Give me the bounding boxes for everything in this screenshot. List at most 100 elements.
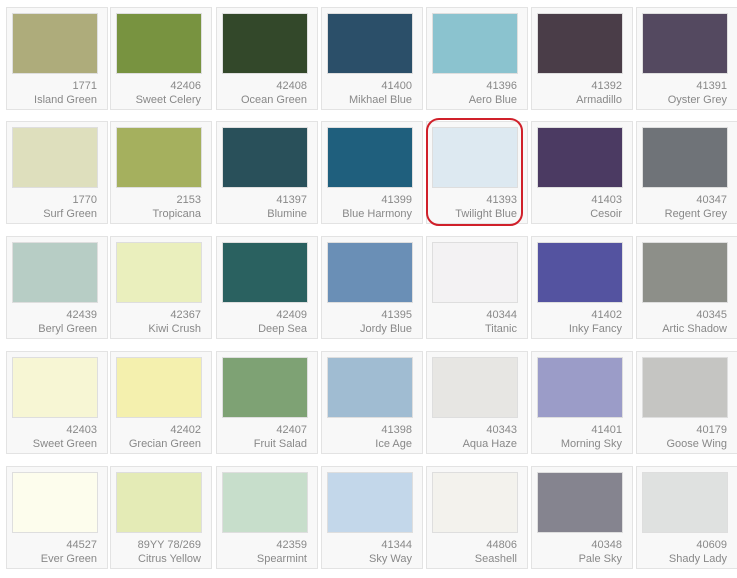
swatch-card[interactable]: 40347 Regent Grey [636,121,737,224]
color-swatch[interactable] [642,472,728,533]
swatch-code: 1771 [72,80,97,92]
swatch-code: 42407 [276,424,307,436]
swatch-card[interactable]: 2153 Tropicana [110,121,212,224]
color-swatch[interactable] [327,357,413,418]
swatch-card[interactable]: 41396 Aero Blue [426,7,528,110]
swatch-name: Blue Harmony [342,208,412,220]
swatch-card[interactable]: 41403 Cesoir [531,121,633,224]
swatch-card[interactable]: 44527 Ever Green [6,466,108,569]
swatch-card[interactable]: 42367 Kiwi Crush [110,236,212,339]
color-swatch[interactable] [642,127,728,188]
swatch-code: 42439 [66,309,97,321]
swatch-card[interactable]: 41344 Sky Way [321,466,423,569]
swatch-name: Sweet Green [32,438,97,450]
color-swatch[interactable] [12,13,98,74]
color-swatch[interactable] [537,127,623,188]
swatch-card[interactable]: 41392 Armadillo [531,7,633,110]
color-swatch[interactable] [12,472,98,533]
color-swatch[interactable] [116,13,202,74]
swatch-card[interactable]: 40609 Shady Lady [636,466,737,569]
swatch-name: Surf Green [43,208,97,220]
color-swatch[interactable] [222,13,308,74]
swatch-code: 44806 [486,539,517,551]
swatch-card[interactable]: 89YY 78/269 Citrus Yellow [110,466,212,569]
swatch-card[interactable]: 41391 Oyster Grey [636,7,737,110]
color-swatch[interactable] [116,127,202,188]
swatch-card[interactable]: 1771 Island Green [6,7,108,110]
swatch-name: Ocean Green [240,94,307,106]
swatch-card[interactable]: 40348 Pale Sky [531,466,633,569]
color-swatch[interactable] [432,357,518,418]
color-swatch[interactable] [327,13,413,74]
swatch-card[interactable]: 41399 Blue Harmony [321,121,423,224]
color-swatch[interactable] [432,127,518,188]
swatch-card[interactable]: 40179 Goose Wing [636,351,737,454]
color-swatch[interactable] [222,242,308,303]
swatch-code: 41391 [696,80,727,92]
color-swatch[interactable] [12,357,98,418]
swatch-card[interactable]: 41401 Morning Sky [531,351,633,454]
swatch-card[interactable]: 42403 Sweet Green [6,351,108,454]
color-swatch[interactable] [222,127,308,188]
color-swatch[interactable] [327,242,413,303]
color-swatch[interactable] [116,242,202,303]
swatch-name: Kiwi Crush [148,323,201,335]
swatch-card[interactable]: 41397 Blumine [216,121,318,224]
color-swatch[interactable] [432,472,518,533]
color-swatch[interactable] [537,472,623,533]
swatch-name: Titanic [485,323,517,335]
swatch-name: Twilight Blue [455,208,517,220]
swatch-code: 41402 [591,309,622,321]
color-swatch[interactable] [12,127,98,188]
swatch-card[interactable]: 42409 Deep Sea [216,236,318,339]
swatch-card[interactable]: 40344 Titanic [426,236,528,339]
swatch-card[interactable]: 40345 Artic Shadow [636,236,737,339]
swatch-name: Shady Lady [668,553,727,565]
color-swatch[interactable] [642,13,728,74]
swatch-name: Inky Fancy [568,323,622,335]
swatch-code: 40343 [486,424,517,436]
swatch-name: Fruit Salad [253,438,307,450]
swatch-name: Cesoir [590,208,622,220]
swatch-name: Oyster Grey [667,94,727,106]
swatch-card[interactable]: 41398 Ice Age [321,351,423,454]
color-swatch[interactable] [537,242,623,303]
swatch-code: 41398 [381,424,412,436]
swatch-card[interactable]: 41402 Inky Fancy [531,236,633,339]
swatch-card[interactable]: 42359 Spearmint [216,466,318,569]
swatch-card[interactable]: 40343 Aqua Haze [426,351,528,454]
color-swatch[interactable] [432,242,518,303]
color-swatch[interactable] [537,357,623,418]
swatch-code: 41393 [486,194,517,206]
swatch-card[interactable]: 41393 Twilight Blue [426,121,528,224]
swatch-name: Deep Sea [258,323,307,335]
color-swatch[interactable] [327,472,413,533]
swatch-card[interactable]: 42402 Grecian Green [110,351,212,454]
swatch-card[interactable]: 42406 Sweet Celery [110,7,212,110]
swatch-name: Seashell [474,553,517,565]
swatch-code: 41401 [591,424,622,436]
swatch-code: 40348 [591,539,622,551]
color-swatch[interactable] [116,357,202,418]
swatch-card[interactable]: 41400 Mikhael Blue [321,7,423,110]
color-swatch[interactable] [116,472,202,533]
swatch-card[interactable]: 42407 Fruit Salad [216,351,318,454]
color-swatch[interactable] [642,242,728,303]
swatch-card[interactable]: 42439 Beryl Green [6,236,108,339]
color-swatch[interactable] [537,13,623,74]
color-swatch[interactable] [12,242,98,303]
swatch-name: Sweet Celery [135,94,201,106]
swatch-code: 89YY 78/269 [137,539,201,551]
swatch-card[interactable]: 44806 Seashell [426,466,528,569]
swatch-card[interactable]: 41395 Jordy Blue [321,236,423,339]
color-swatch[interactable] [222,357,308,418]
swatch-card[interactable]: 42408 Ocean Green [216,7,318,110]
color-swatch[interactable] [222,472,308,533]
swatch-code: 2153 [176,194,201,206]
swatch-card[interactable]: 1770 Surf Green [6,121,108,224]
swatch-name: Goose Wing [666,438,727,450]
color-swatch[interactable] [642,357,728,418]
color-swatch[interactable] [327,127,413,188]
swatch-code: 41403 [591,194,622,206]
color-swatch[interactable] [432,13,518,74]
